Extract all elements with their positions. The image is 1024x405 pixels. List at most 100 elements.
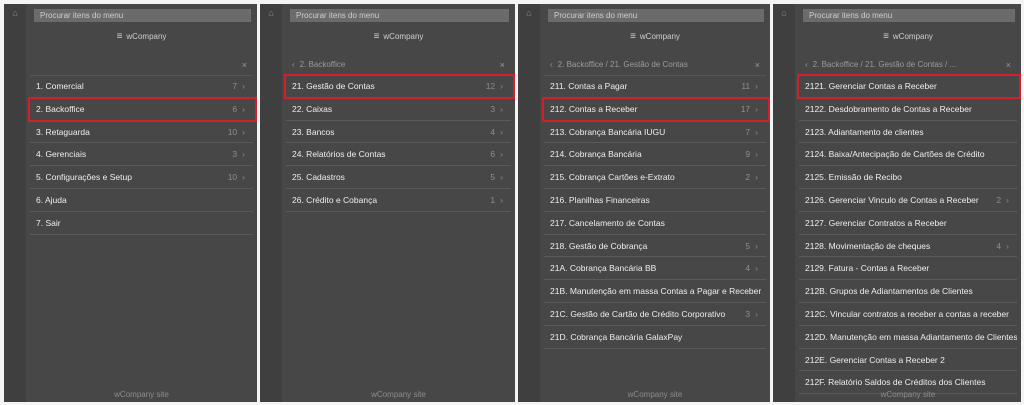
menu-item[interactable]: 211. Contas a Pagar 11 ›	[544, 75, 766, 98]
menu-item[interactable]: 214. Cobrança Bancária 9 ›	[544, 143, 766, 167]
menu-item-label: 4. Gerenciais	[36, 149, 87, 160]
chevron-left-icon[interactable]: ‹	[292, 60, 295, 69]
submenu-count: 6 ›	[490, 143, 503, 165]
menu-item-label: 212C. Vincular contratos a receber a con…	[805, 308, 1009, 319]
menu-item[interactable]: 21C. Gestão de Cartão de Crédito Corpora…	[544, 303, 766, 326]
menu-item[interactable]: 216. Planilhas Financeiras	[544, 189, 766, 212]
menu-item[interactable]: 2127. Gerenciar Contratos a Receber	[799, 212, 1017, 235]
menu-panel-4: ⌂ ≡wCompany ‹ 2. Backoffice / 21. Gestão de…	[773, 4, 1021, 402]
home-icon[interactable]: ⌂	[773, 8, 795, 18]
menu-item[interactable]: 212C. Vincular contratos a receber a con…	[799, 303, 1017, 326]
sidebar-gutter: ⌂	[773, 4, 795, 402]
home-icon[interactable]: ⌂	[518, 8, 540, 18]
submenu-count-value: 10	[227, 126, 238, 137]
footer-link[interactable]: wCompany site	[540, 388, 770, 402]
menu-item[interactable]: 215. Cobrança Cartões e-Extrato 2 ›	[544, 166, 766, 189]
menu-item[interactable]: 212B. Grupos de Adiantamentos de Cliente…	[799, 280, 1017, 303]
chevron-left-icon[interactable]: ‹	[805, 60, 808, 69]
menu-item[interactable]: 21A. Cobrança Bancária BB 4 ›	[544, 257, 766, 281]
menu-item[interactable]: 217. Cancelamento de Contas	[544, 212, 766, 235]
brand-header[interactable]: ≡ wCompany	[282, 30, 515, 44]
search-input[interactable]	[803, 9, 1015, 22]
menu-item[interactable]: 7. Sair	[30, 212, 253, 235]
menu-item[interactable]: 2129. Fatura - Contas a Receber	[799, 257, 1017, 281]
submenu-count: 4 ›	[490, 121, 503, 143]
footer-link[interactable]: wCompany site	[26, 388, 257, 402]
menu-item[interactable]: 26. Crédito e Cobança 1 ›	[286, 189, 511, 212]
submenu-count-value: 4	[745, 263, 751, 274]
menu-item[interactable]: 21D. Cobrança Bancária GalaxPay	[544, 326, 766, 349]
close-icon[interactable]: ×	[1006, 55, 1011, 75]
menu-panel-1: ⌂≡wCompany×1. Comercial7›2. Backoffice6›…	[4, 4, 257, 402]
brand-header[interactable]: ≡ wCompany	[540, 30, 770, 44]
brand-header[interactable]: ≡ wCompany	[795, 30, 1021, 44]
menu-item[interactable]: 23. Bancos 4 ›	[286, 121, 511, 144]
menu-item-label: 21C. Gestão de Cartão de Crédito Corpora…	[550, 308, 726, 319]
submenu-count-value: 1	[490, 194, 496, 205]
breadcrumb[interactable]: ‹ 2. Backoffice / 21. Gestão de Contas ×	[544, 55, 766, 76]
menu-panel-3: ⌂ ≡wCompany ‹ 2. Backoffice / 21. Gestão de…	[518, 4, 770, 402]
submenu-count: 4 ›	[996, 235, 1009, 257]
menu-item[interactable]: 5. Configurações e Setup 10 ›	[30, 166, 253, 189]
breadcrumb[interactable]: ‹ 2. Backoffice / 21. Gestão de Contas / …	[799, 55, 1017, 76]
hamburger-icon[interactable]: ≡	[883, 31, 889, 42]
menu-item-label: 215. Cobrança Cartões e-Extrato	[550, 172, 675, 183]
home-icon[interactable]: ⌂	[4, 8, 26, 18]
menu-item-label: 7. Sair	[36, 217, 61, 228]
chevron-right-icon: ›	[500, 149, 503, 160]
hamburger-icon[interactable]: ≡	[117, 31, 123, 42]
search-input[interactable]	[548, 9, 764, 22]
sidebar-gutter: ⌂	[518, 4, 540, 402]
hamburger-icon[interactable]: ≡	[630, 31, 636, 42]
menu-item[interactable]: 25. Cadastros 5 ›	[286, 166, 511, 189]
home-icon[interactable]: ⌂	[260, 8, 282, 18]
menu-item[interactable]: 2125. Emissão de Recibo	[799, 166, 1017, 189]
menu-item-label: 2126. Gerenciar Vinculo de Contas a Rece…	[805, 194, 979, 205]
menu-item[interactable]: 6. Ajuda	[30, 189, 253, 212]
submenu-count: 10 ›	[228, 166, 245, 188]
menu-item[interactable]: 2124. Baixa/Antecipação de Cartões de Cr…	[799, 143, 1017, 167]
sidebar-gutter: ⌂	[4, 4, 26, 402]
brand-header[interactable]: ≡ wCompany	[26, 30, 257, 44]
menu-item[interactable]: 212E. Gerenciar Contas a Receber 2	[799, 349, 1017, 372]
breadcrumb[interactable]: ×	[30, 55, 253, 76]
footer-link[interactable]: wCompany site	[282, 388, 515, 402]
menu-item[interactable]: 212D. Manutenção em massa Adiantamento d…	[799, 326, 1017, 349]
submenu-count-value: 4	[996, 240, 1002, 251]
menu-item[interactable]: 218. Gestão de Cobrança 5 ›	[544, 235, 766, 258]
menu-item-label: 23. Bancos	[292, 126, 335, 137]
menu-item[interactable]: 22. Caixas 3 ›	[286, 98, 511, 121]
chevron-right-icon: ›	[1006, 240, 1009, 251]
menu-item[interactable]: 3. Retaguarda 10 ›	[30, 121, 253, 144]
chevron-right-icon: ›	[242, 126, 245, 137]
menu-item[interactable]: 21B. Manutenção em massa Contas a Pagar …	[544, 280, 766, 303]
breadcrumb[interactable]: ‹ 2. Backoffice ×	[286, 55, 511, 76]
close-icon[interactable]: ×	[500, 55, 505, 75]
submenu-count-value: 6	[490, 149, 496, 160]
search-input[interactable]	[34, 9, 251, 22]
submenu-count-value: 3	[232, 149, 238, 160]
close-icon[interactable]: ×	[242, 55, 247, 75]
menu-item-label: 211. Contas a Pagar	[550, 81, 628, 91]
submenu-count: 10 ›	[227, 121, 245, 143]
menu-item[interactable]: 2123. Adiantamento de clientes	[799, 121, 1017, 144]
submenu-count: 3 ›	[490, 98, 503, 120]
menu-item[interactable]: 2128. Movimentação de cheques 4 ›	[799, 235, 1017, 258]
menu-item[interactable]: 2126. Gerenciar Vinculo de Contas a Rece…	[799, 189, 1017, 212]
hamburger-icon[interactable]: ≡	[374, 31, 380, 42]
menu-item[interactable]: 213. Cobrança Bancária IUGU 7 ›	[544, 121, 766, 144]
footer-link[interactable]: wCompany site	[795, 388, 1021, 402]
menu-item-label: 218. Gestão de Cobrança	[550, 240, 648, 251]
submenu-count: 3 ›	[745, 303, 758, 325]
menu-item[interactable]: 2122. Desdobramento de Contas a Receber	[799, 98, 1017, 121]
selection-highlight	[284, 74, 515, 99]
menu-item-label: 24. Relatórios de Contas	[292, 149, 386, 160]
chevron-left-icon[interactable]: ‹	[550, 60, 553, 69]
menu-item[interactable]: 1. Comercial 7 ›	[30, 75, 253, 98]
close-icon[interactable]: ×	[755, 55, 760, 75]
breadcrumb-label: 2. Backoffice	[299, 60, 346, 69]
submenu-count: 9 ›	[745, 143, 758, 165]
search-input[interactable]	[290, 9, 509, 22]
menu-item[interactable]: 24. Relatórios de Contas 6 ›	[286, 143, 511, 167]
menu-item[interactable]: 4. Gerenciais 3 ›	[30, 143, 253, 167]
